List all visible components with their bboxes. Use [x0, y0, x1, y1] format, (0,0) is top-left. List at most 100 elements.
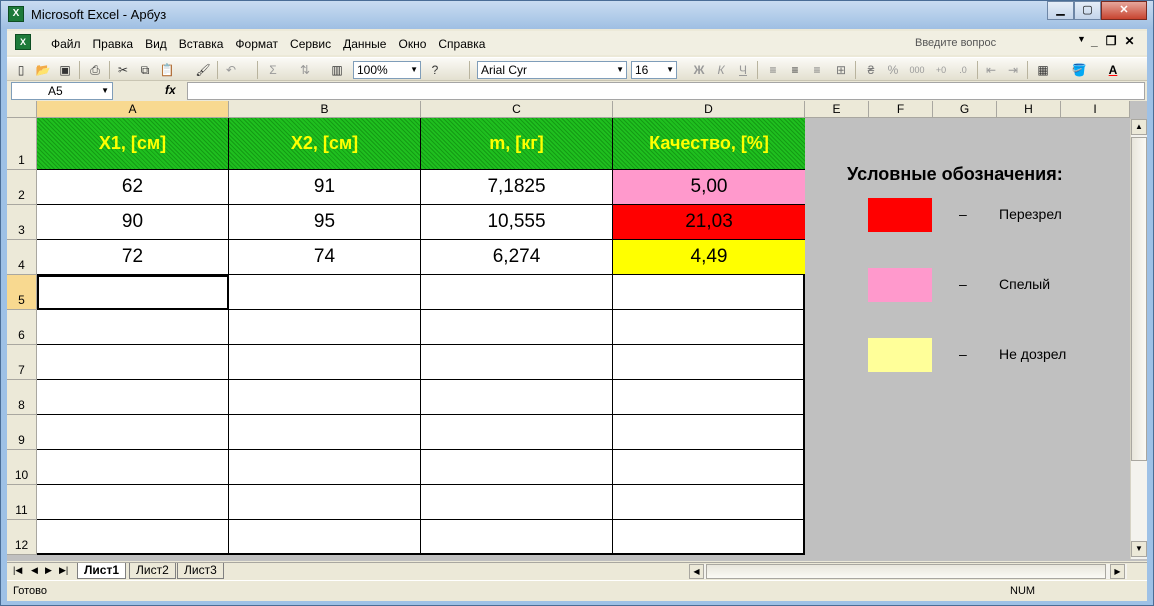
- decrease-indent-icon[interactable]: ⇤: [983, 62, 999, 78]
- fill-color-icon[interactable]: 🪣: [1071, 62, 1087, 78]
- table-cell[interactable]: [37, 485, 229, 520]
- column-header-i[interactable]: I: [1061, 101, 1130, 118]
- table-cell[interactable]: [613, 415, 805, 450]
- table-cell[interactable]: [613, 520, 805, 553]
- menu-data[interactable]: Данные: [337, 36, 392, 52]
- help-search-input[interactable]: Введите вопрос: [909, 34, 1089, 52]
- percent-button[interactable]: %: [885, 62, 901, 78]
- workbook-icon[interactable]: X: [15, 34, 31, 50]
- quality-cell[interactable]: 4,49: [613, 240, 805, 275]
- table-cell[interactable]: [421, 275, 613, 310]
- menu-format[interactable]: Формат: [229, 36, 284, 52]
- maximize-button[interactable]: ▢: [1074, 1, 1101, 20]
- bold-button[interactable]: Ж: [691, 62, 707, 78]
- chevron-down-icon[interactable]: ▼: [1077, 34, 1086, 44]
- print-icon[interactable]: ⎙: [87, 62, 103, 78]
- horizontal-scroll-thumb[interactable]: [706, 564, 1106, 579]
- align-center-icon[interactable]: ≡: [787, 62, 803, 78]
- row-header-2[interactable]: 2: [7, 170, 37, 205]
- quality-cell[interactable]: 21,03: [613, 205, 805, 240]
- chevron-down-icon[interactable]: ▼: [101, 83, 109, 99]
- doc-close-button[interactable]: ✕: [1124, 34, 1134, 48]
- next-sheet-icon[interactable]: ▶: [45, 565, 52, 576]
- row-header-5[interactable]: 5: [7, 275, 37, 310]
- increase-decimal-icon[interactable]: +0: [933, 62, 949, 78]
- table-cell[interactable]: [613, 380, 805, 415]
- row-header-6[interactable]: 6: [7, 310, 37, 345]
- table-cell[interactable]: [229, 310, 421, 345]
- copy-icon[interactable]: ⧉: [137, 62, 153, 78]
- name-box[interactable]: A5 ▼: [11, 82, 113, 100]
- row-header-10[interactable]: 10: [7, 450, 37, 485]
- table-cell[interactable]: [613, 450, 805, 485]
- header-cell-quality[interactable]: Качество, [%]: [613, 118, 805, 170]
- scroll-left-icon[interactable]: ◀: [689, 564, 704, 579]
- row-header-8[interactable]: 8: [7, 380, 37, 415]
- doc-minimize-button[interactable]: _: [1091, 34, 1098, 48]
- column-header-g[interactable]: G: [933, 101, 997, 118]
- merge-center-icon[interactable]: ⊞: [833, 62, 849, 78]
- italic-button[interactable]: К: [713, 62, 729, 78]
- format-painter-icon[interactable]: 🖌: [195, 62, 211, 78]
- row-header-12[interactable]: 12: [7, 520, 37, 555]
- formula-input[interactable]: [187, 82, 1145, 100]
- sheet-tab-2[interactable]: Лист2: [129, 563, 176, 579]
- menu-edit[interactable]: Правка: [87, 36, 140, 52]
- select-all-button[interactable]: [7, 101, 37, 118]
- column-header-h[interactable]: H: [997, 101, 1061, 118]
- increase-indent-icon[interactable]: ⇥: [1005, 62, 1021, 78]
- table-cell[interactable]: [229, 450, 421, 485]
- scroll-right-icon[interactable]: ▶: [1110, 564, 1125, 579]
- menu-window[interactable]: Окно: [392, 36, 432, 52]
- column-header-a[interactable]: A: [37, 101, 229, 118]
- table-cell[interactable]: [421, 485, 613, 520]
- table-cell[interactable]: [37, 450, 229, 485]
- currency-icon[interactable]: ₴: [863, 62, 879, 78]
- table-cell[interactable]: [229, 520, 421, 553]
- column-header-b[interactable]: B: [229, 101, 421, 118]
- table-cell[interactable]: [229, 275, 421, 310]
- last-sheet-icon[interactable]: ▶|: [59, 565, 68, 576]
- table-cell[interactable]: [37, 520, 229, 553]
- table-cell[interactable]: [421, 310, 613, 345]
- quality-cell[interactable]: 5,00: [613, 170, 805, 205]
- menu-view[interactable]: Вид: [139, 36, 173, 52]
- row-header-4[interactable]: 4: [7, 240, 37, 275]
- column-header-c[interactable]: C: [421, 101, 613, 118]
- table-cell[interactable]: [229, 380, 421, 415]
- table-cell[interactable]: [613, 345, 805, 380]
- table-cell[interactable]: [421, 450, 613, 485]
- table-cell[interactable]: 74: [229, 240, 421, 275]
- row-header-9[interactable]: 9: [7, 415, 37, 450]
- close-button[interactable]: ✕: [1101, 1, 1147, 20]
- header-cell-x2[interactable]: X2, [см]: [229, 118, 421, 170]
- font-name-select[interactable]: Arial Cyr ▼: [477, 61, 627, 79]
- chart-wizard-icon[interactable]: ▥: [329, 62, 345, 78]
- help-icon[interactable]: ?: [427, 62, 443, 78]
- decrease-decimal-icon[interactable]: .0: [955, 62, 971, 78]
- excel-icon[interactable]: X: [8, 6, 24, 22]
- column-header-d[interactable]: D: [613, 101, 805, 118]
- table-cell[interactable]: [613, 310, 805, 345]
- font-color-icon[interactable]: A: [1105, 62, 1121, 78]
- align-right-icon[interactable]: ≡: [809, 62, 825, 78]
- table-cell[interactable]: [37, 345, 229, 380]
- menu-help[interactable]: Справка: [432, 36, 491, 52]
- first-sheet-icon[interactable]: |◀: [13, 565, 22, 576]
- doc-restore-button[interactable]: ❐: [1106, 34, 1117, 48]
- header-cell-x1[interactable]: X1, [см]: [37, 118, 229, 170]
- menu-insert[interactable]: Вставка: [173, 36, 230, 52]
- column-header-f[interactable]: F: [869, 101, 933, 118]
- row-header-7[interactable]: 7: [7, 345, 37, 380]
- table-cell[interactable]: 72: [37, 240, 229, 275]
- header-cell-mass[interactable]: m, [кг]: [421, 118, 613, 170]
- open-icon[interactable]: 📂: [35, 62, 51, 78]
- table-cell[interactable]: 6,274: [421, 240, 613, 275]
- sheet-tab-3[interactable]: Лист3: [177, 563, 224, 579]
- new-icon[interactable]: ▯: [13, 62, 29, 78]
- table-cell[interactable]: [421, 520, 613, 553]
- fx-button[interactable]: fx: [165, 83, 176, 97]
- scroll-down-icon[interactable]: ▼: [1131, 541, 1147, 557]
- scroll-up-icon[interactable]: ▲: [1131, 119, 1147, 135]
- table-cell[interactable]: [37, 380, 229, 415]
